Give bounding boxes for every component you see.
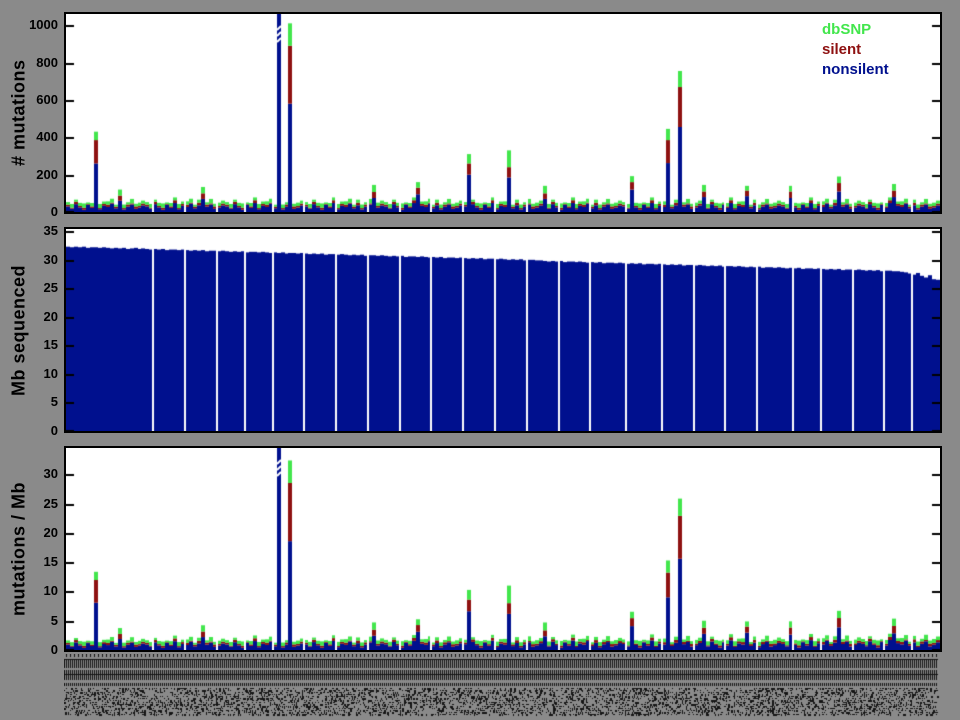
ytick-label: 5	[50, 394, 58, 410]
mutation-counts-bars	[66, 14, 940, 212]
legend-item-dbsnp: dbSNP	[822, 21, 872, 38]
ytick-label: 1000	[29, 17, 58, 33]
ytick-label: 10	[43, 583, 58, 599]
ytick-label: 200	[36, 166, 58, 182]
ytick-label: 20	[43, 524, 58, 540]
ytick-label: 20	[43, 308, 58, 324]
ytick-label: 0	[50, 204, 58, 219]
mutation-summary-figure: # mutations Mb sequenced mutations / Mb …	[0, 0, 960, 720]
legend-item-silent: silent	[822, 41, 862, 58]
ytick-label: 15	[43, 554, 58, 570]
ytick-label: 5	[50, 612, 58, 628]
ytick-label: 10	[43, 365, 58, 381]
ytick-label: 25	[43, 280, 58, 296]
ytick-label: 25	[43, 495, 58, 511]
ytick-label: 0	[50, 423, 58, 438]
panel-mutation-counts: dbSNP silent nonsilent	[64, 12, 942, 214]
ytick-label: 0	[50, 642, 58, 657]
ytick-label: 800	[36, 54, 58, 70]
mb-sequenced-bars	[66, 229, 940, 431]
sample-id-labels	[64, 654, 940, 718]
legend: dbSNP silent nonsilent	[822, 20, 889, 80]
ytick-label: 30	[43, 251, 58, 267]
ytick-label: 600	[36, 91, 58, 107]
ytick-label: 35	[43, 223, 58, 239]
ytick-label: 30	[43, 466, 58, 482]
panel-mutation-rate	[64, 446, 942, 652]
ytick-label: 15	[43, 337, 58, 353]
legend-item-nonsilent: nonsilent	[822, 61, 889, 78]
mutation-rate-bars	[66, 448, 940, 650]
panel-mb-sequenced	[64, 227, 942, 433]
yaxis-label-mutations: # mutations	[8, 59, 29, 167]
ytick-label: 400	[36, 129, 58, 145]
